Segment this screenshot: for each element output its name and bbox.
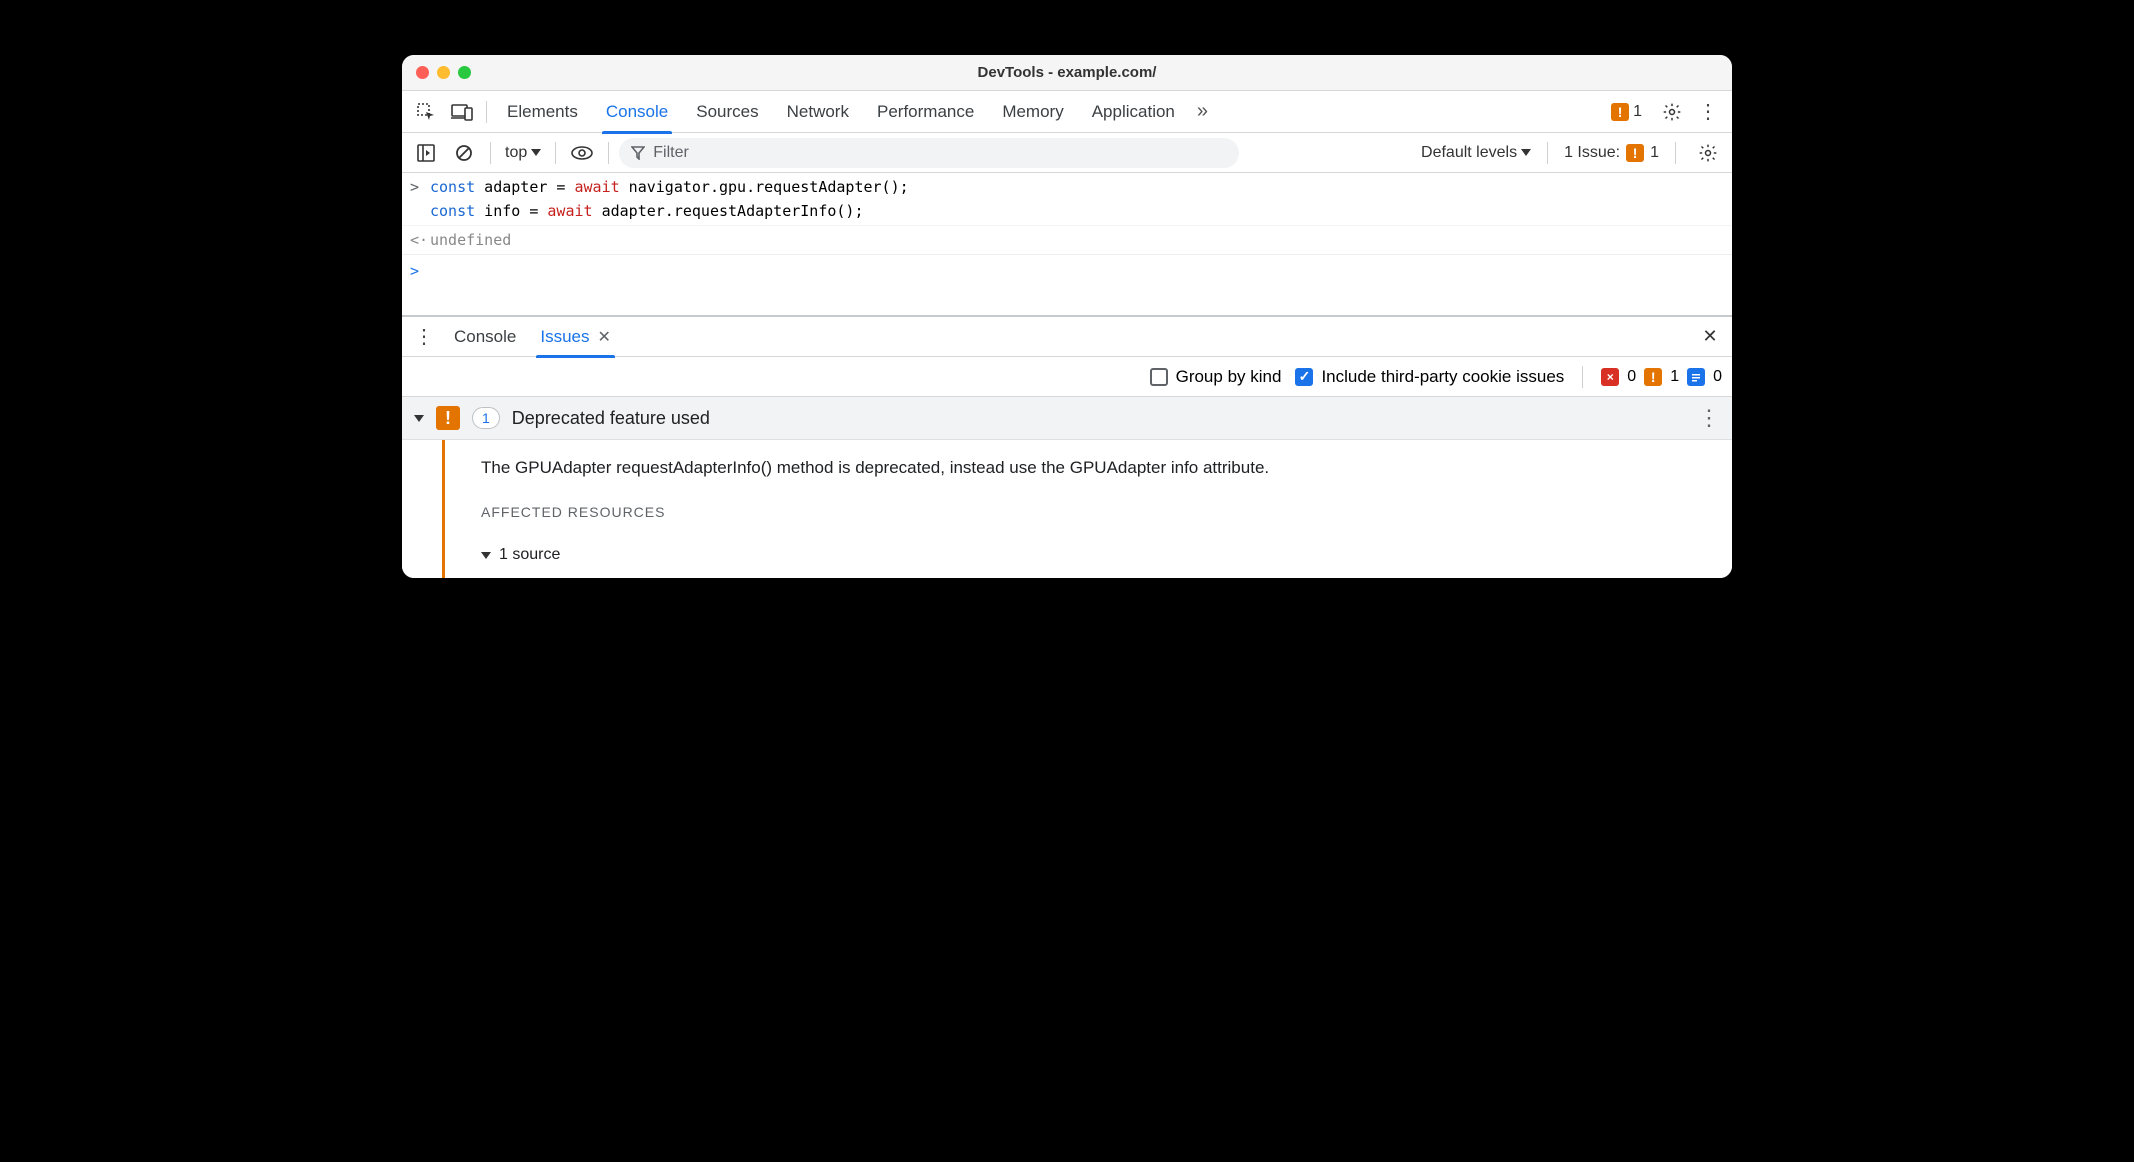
include-third-party-checkbox[interactable]: ✓ Include third-party cookie issues	[1295, 367, 1564, 387]
console-settings-icon[interactable]	[1692, 137, 1724, 169]
close-window-button[interactable]	[416, 66, 429, 79]
device-toolbar-icon[interactable]	[446, 96, 478, 128]
console-body: > const adapter = await navigator.gpu.re…	[402, 173, 1732, 315]
source-count-label: 1 source	[499, 546, 560, 564]
issue-menu-icon[interactable]: ⋮	[1698, 405, 1720, 431]
issues-label: 1 Issue:	[1564, 144, 1620, 162]
issues-count: 1	[1650, 144, 1659, 162]
devtools-window: DevTools - example.com/ Elements Console…	[402, 55, 1732, 578]
issue-header[interactable]: ! 1 Deprecated feature used ⋮	[402, 397, 1732, 440]
filter-placeholder: Filter	[653, 144, 689, 162]
warning-count: 1	[1670, 368, 1679, 386]
separator	[1675, 142, 1676, 164]
drawer-tab-issues-label: Issues	[540, 327, 589, 347]
log-levels-selector[interactable]: Default levels	[1421, 144, 1531, 162]
traffic-lights	[402, 66, 471, 79]
warning-icon: !	[436, 406, 460, 430]
tab-network[interactable]: Network	[775, 91, 861, 133]
titlebar: DevTools - example.com/	[402, 55, 1732, 91]
tab-application[interactable]: Application	[1080, 91, 1187, 133]
separator	[490, 142, 491, 164]
include-third-party-label: Include third-party cookie issues	[1321, 367, 1564, 387]
window-title: DevTools - example.com/	[402, 64, 1732, 81]
console-input-line[interactable]: > const adapter = await navigator.gpu.re…	[402, 173, 1732, 225]
levels-label: Default levels	[1421, 144, 1517, 162]
settings-icon[interactable]	[1656, 96, 1688, 128]
inspect-element-icon[interactable]	[410, 96, 442, 128]
tab-memory[interactable]: Memory	[990, 91, 1075, 133]
close-tab-icon[interactable]: ✕	[598, 327, 611, 347]
console-output-line: <· undefined	[402, 226, 1732, 254]
issue-count-pill: 1	[472, 407, 500, 429]
warning-icon: !	[1626, 144, 1644, 162]
drawer-tabs: ⋮ Console Issues ✕ ✕	[402, 317, 1732, 357]
live-expression-icon[interactable]	[566, 137, 598, 169]
tab-performance[interactable]: Performance	[865, 91, 986, 133]
console-prompt[interactable]: >	[402, 255, 1732, 315]
filter-icon	[631, 146, 645, 160]
drawer-kebab-icon[interactable]: ⋮	[408, 321, 440, 353]
drawer-tab-console[interactable]: Console	[444, 317, 526, 357]
warning-icon: !	[1611, 103, 1629, 121]
separator	[555, 142, 556, 164]
console-toolbar: top Filter Default levels 1 Issue:	[402, 133, 1732, 173]
context-value: top	[505, 144, 527, 162]
chevron-down-icon	[531, 149, 541, 156]
toolbar-warning-count[interactable]: ! 1	[1611, 103, 1642, 121]
separator	[608, 142, 609, 164]
info-icon	[1687, 368, 1705, 386]
prompt-chevron-icon: >	[410, 259, 430, 311]
issues-toolbar: Group by kind ✓ Include third-party cook…	[402, 357, 1732, 397]
tab-elements[interactable]: Elements	[495, 91, 590, 133]
console-output-value: undefined	[430, 228, 511, 252]
minimize-window-button[interactable]	[437, 66, 450, 79]
console-input-code: const adapter = await navigator.gpu.requ…	[430, 175, 909, 223]
affected-resources-label: Affected Resources	[481, 504, 1269, 520]
maximize-window-button[interactable]	[458, 66, 471, 79]
filter-input[interactable]: Filter	[619, 138, 1239, 168]
context-selector[interactable]: top	[501, 142, 545, 164]
checkbox-icon	[1150, 368, 1168, 386]
error-icon: ×	[1601, 368, 1619, 386]
clear-console-icon[interactable]	[448, 137, 480, 169]
main-tabs-row: Elements Console Sources Network Perform…	[402, 91, 1732, 133]
drawer: ⋮ Console Issues ✕ ✕ Group by kind ✓ Inc…	[402, 315, 1732, 578]
issues-link[interactable]: 1 Issue: ! 1	[1564, 144, 1659, 162]
info-count: 0	[1713, 368, 1722, 386]
disclosure-down-icon	[481, 552, 491, 559]
kebab-menu-icon[interactable]: ⋮	[1692, 96, 1724, 128]
chevron-down-icon	[1521, 149, 1531, 156]
tab-console[interactable]: Console	[594, 91, 680, 133]
warning-count-value: 1	[1633, 103, 1642, 121]
group-by-kind-checkbox[interactable]: Group by kind	[1150, 367, 1282, 387]
more-tabs-icon[interactable]: »	[1191, 100, 1210, 123]
separator	[1582, 366, 1583, 388]
group-by-kind-label: Group by kind	[1176, 367, 1282, 387]
separator	[1547, 142, 1548, 164]
issue-title: Deprecated feature used	[512, 408, 710, 429]
drawer-tab-issues[interactable]: Issues ✕	[530, 317, 621, 357]
issue-counts: × 0 ! 1 0	[1601, 368, 1722, 386]
input-chevron-icon: >	[410, 175, 430, 223]
issue-description: The GPUAdapter requestAdapterInfo() meth…	[481, 458, 1269, 478]
tab-sources[interactable]: Sources	[684, 91, 770, 133]
output-chevron-icon: <·	[410, 228, 430, 252]
warning-icon: !	[1644, 368, 1662, 386]
source-row[interactable]: 1 source	[481, 546, 1269, 564]
toggle-sidebar-icon[interactable]	[410, 137, 442, 169]
disclosure-down-icon	[414, 415, 424, 422]
checkbox-checked-icon: ✓	[1295, 368, 1313, 386]
issue-body: The GPUAdapter requestAdapterInfo() meth…	[402, 440, 1732, 578]
close-drawer-icon[interactable]: ✕	[1694, 321, 1726, 353]
separator	[486, 101, 487, 123]
error-count: 0	[1627, 368, 1636, 386]
